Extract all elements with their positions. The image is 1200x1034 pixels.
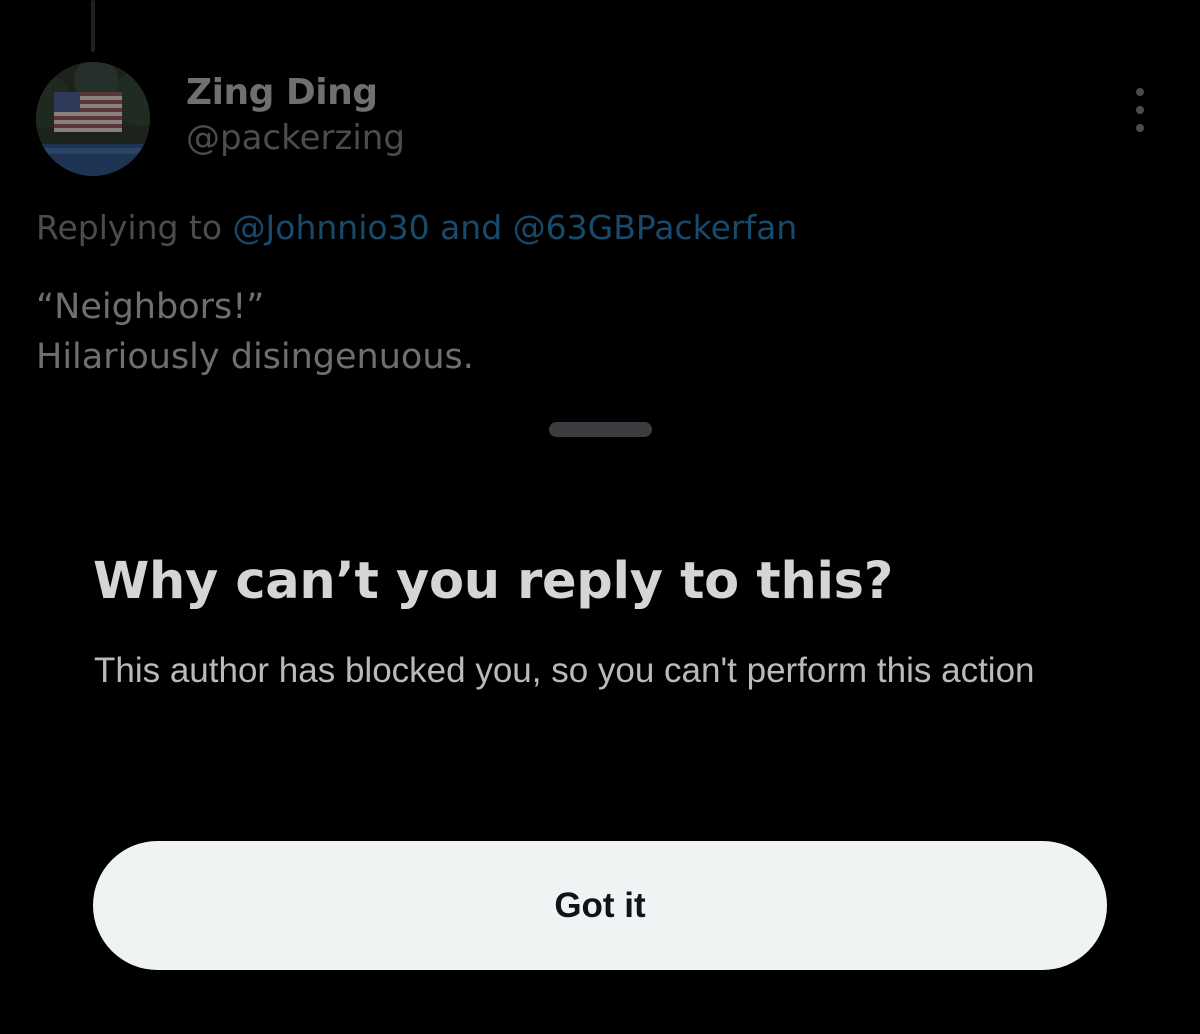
mention-link-2[interactable]: @63GBPackerfan <box>513 208 798 247</box>
avatar[interactable] <box>36 62 150 176</box>
tweet: Zing Ding @packerzing Replying to @Johnn… <box>0 0 1200 420</box>
tweet-text-line: Hilariously disingenuous. <box>36 337 474 377</box>
more-vertical-icon <box>1136 124 1144 132</box>
reply-and: and <box>440 208 503 247</box>
mention-link-1[interactable]: @Johnnio30 <box>233 208 430 247</box>
avatar-image <box>36 62 150 176</box>
bottom-sheet: Why can’t you reply to this? This author… <box>0 400 1200 1034</box>
sheet-title: Why can’t you reply to this? <box>93 552 893 611</box>
tweet-text: “Neighbors!” Hilariously disingenuous. <box>36 282 474 382</box>
more-options-button[interactable] <box>1122 88 1158 132</box>
thread-connector-line <box>91 0 95 52</box>
reply-prefix: Replying to <box>36 208 223 247</box>
more-vertical-icon <box>1136 106 1144 114</box>
sheet-message: This author has blocked you, so you can'… <box>94 651 1035 690</box>
tweet-text-line: “Neighbors!” <box>36 287 265 327</box>
drag-handle[interactable] <box>549 422 652 437</box>
author-name[interactable]: Zing Ding <box>186 72 378 113</box>
reply-context: Replying to @Johnnio30 and @63GBPackerfa… <box>36 208 797 247</box>
author-handle[interactable]: @packerzing <box>186 118 405 158</box>
more-vertical-icon <box>1136 88 1144 96</box>
got-it-label: Got it <box>554 885 646 925</box>
got-it-button[interactable]: Got it <box>93 841 1107 970</box>
